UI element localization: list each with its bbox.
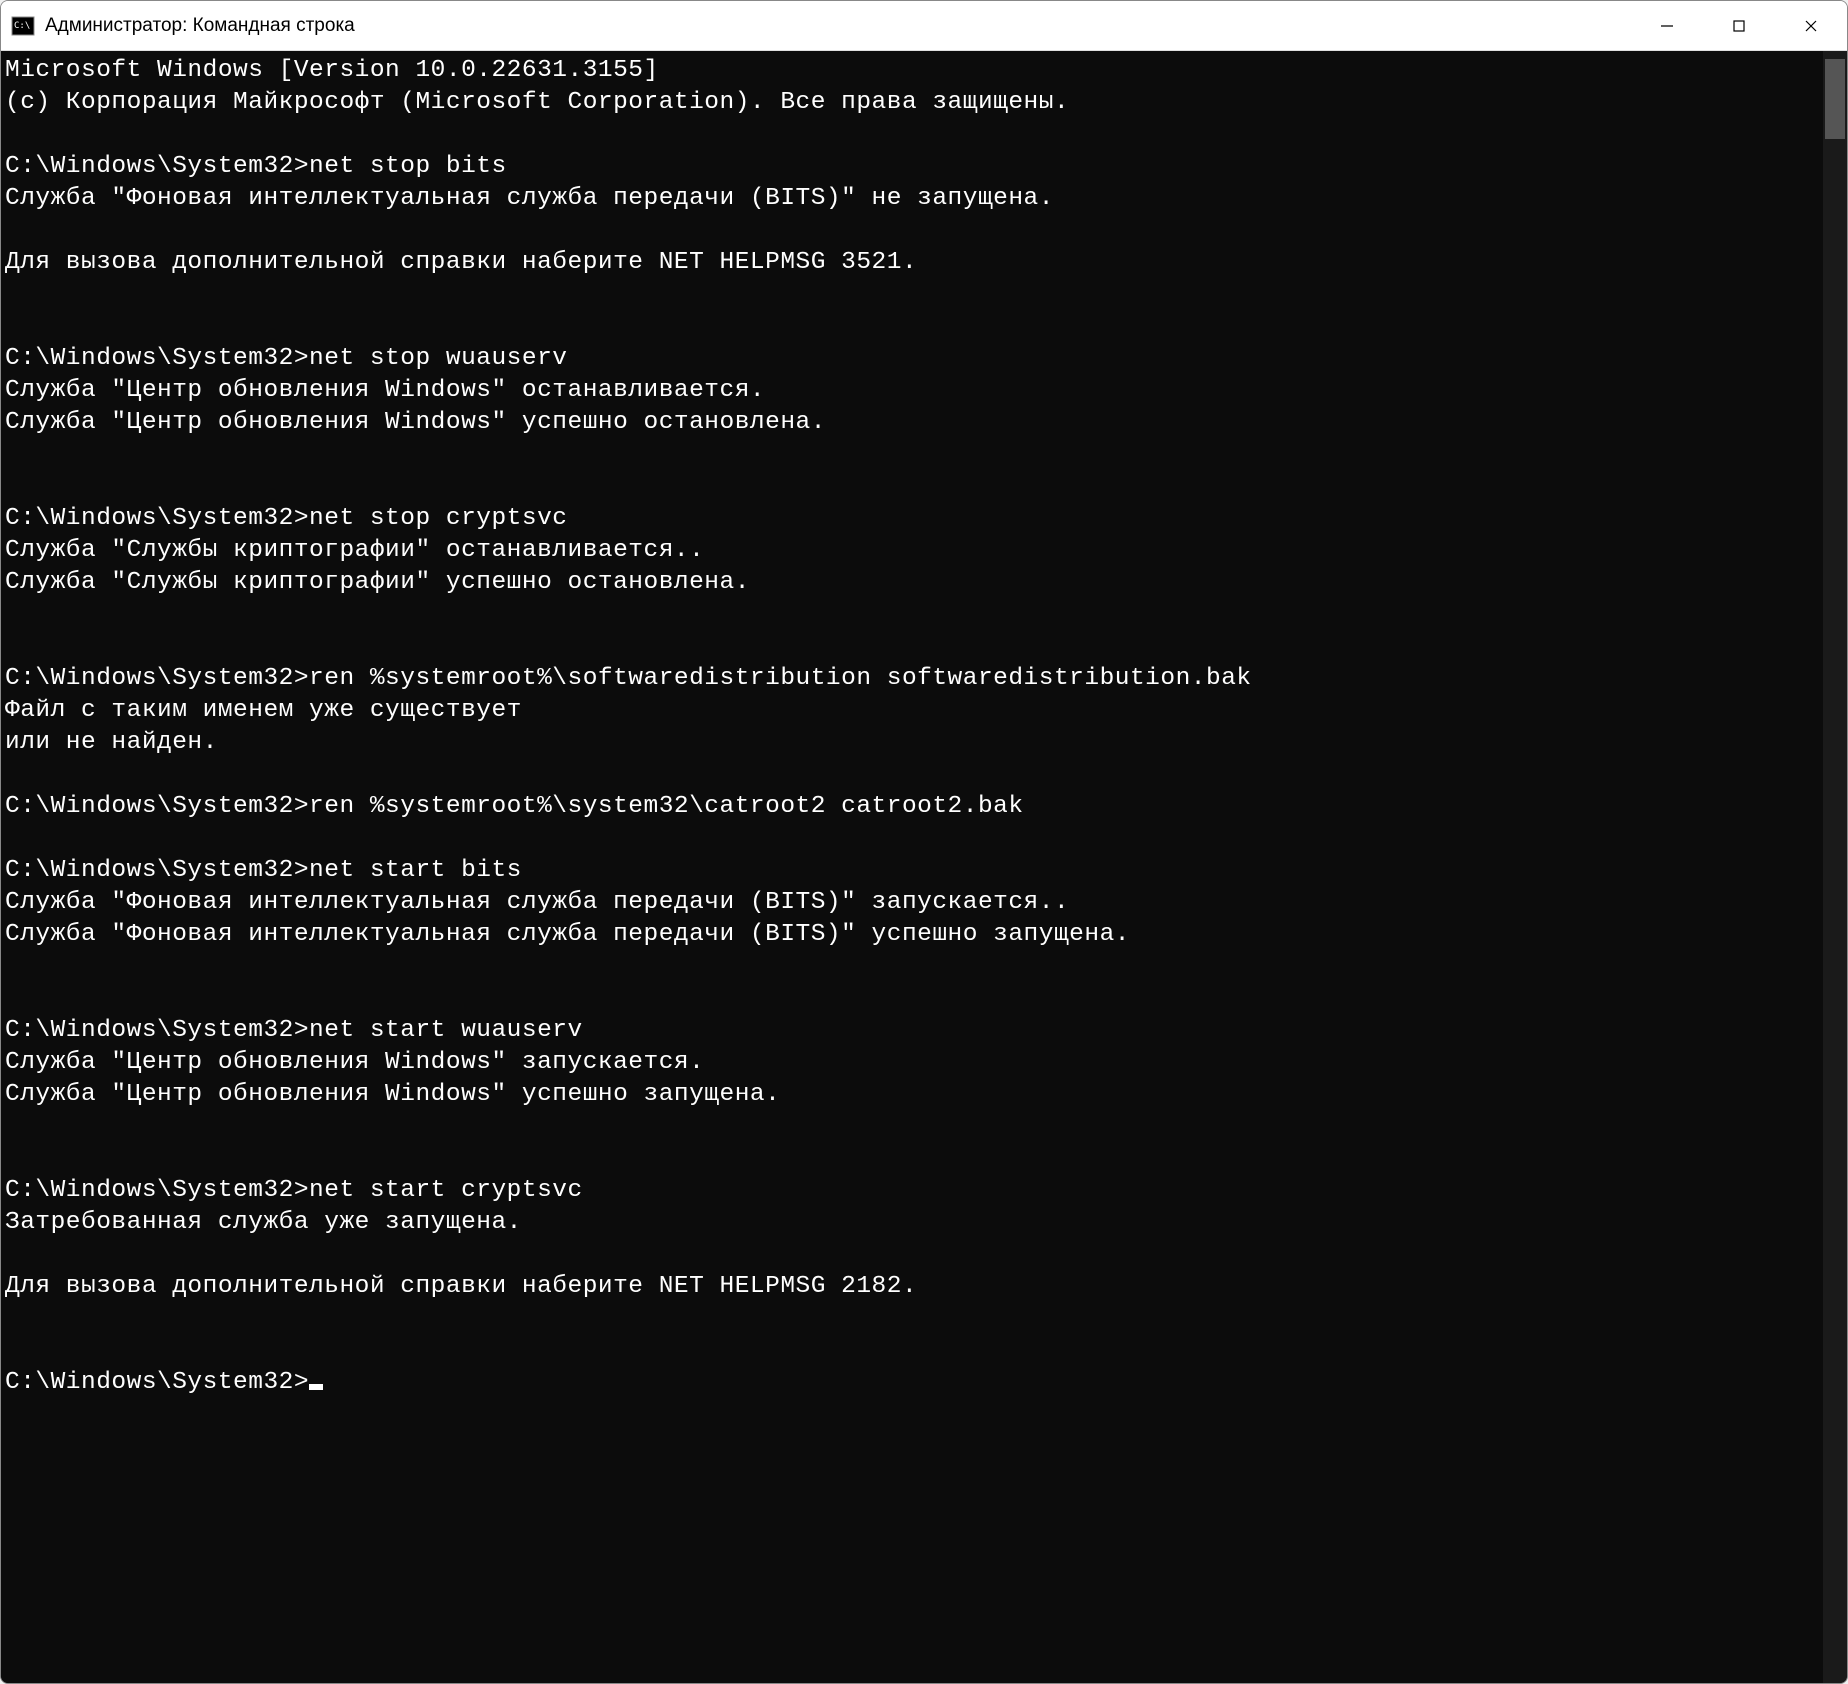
scrollbar[interactable] [1823, 51, 1847, 1683]
window-title: Администратор: Командная строка [45, 15, 1631, 37]
terminal-area: Microsoft Windows [Version 10.0.22631.31… [1, 51, 1847, 1683]
cmd-icon: C:\ [11, 14, 35, 38]
scrollbar-thumb[interactable] [1825, 59, 1845, 139]
close-button[interactable] [1775, 1, 1847, 50]
command-prompt-window: C:\ Администратор: Командная строка Micr… [0, 0, 1848, 1684]
svg-text:C:\: C:\ [14, 21, 30, 31]
maximize-button[interactable] [1703, 1, 1775, 50]
window-controls [1631, 1, 1847, 50]
titlebar[interactable]: C:\ Администратор: Командная строка [1, 1, 1847, 51]
minimize-button[interactable] [1631, 1, 1703, 50]
terminal-output[interactable]: Microsoft Windows [Version 10.0.22631.31… [1, 51, 1823, 1683]
